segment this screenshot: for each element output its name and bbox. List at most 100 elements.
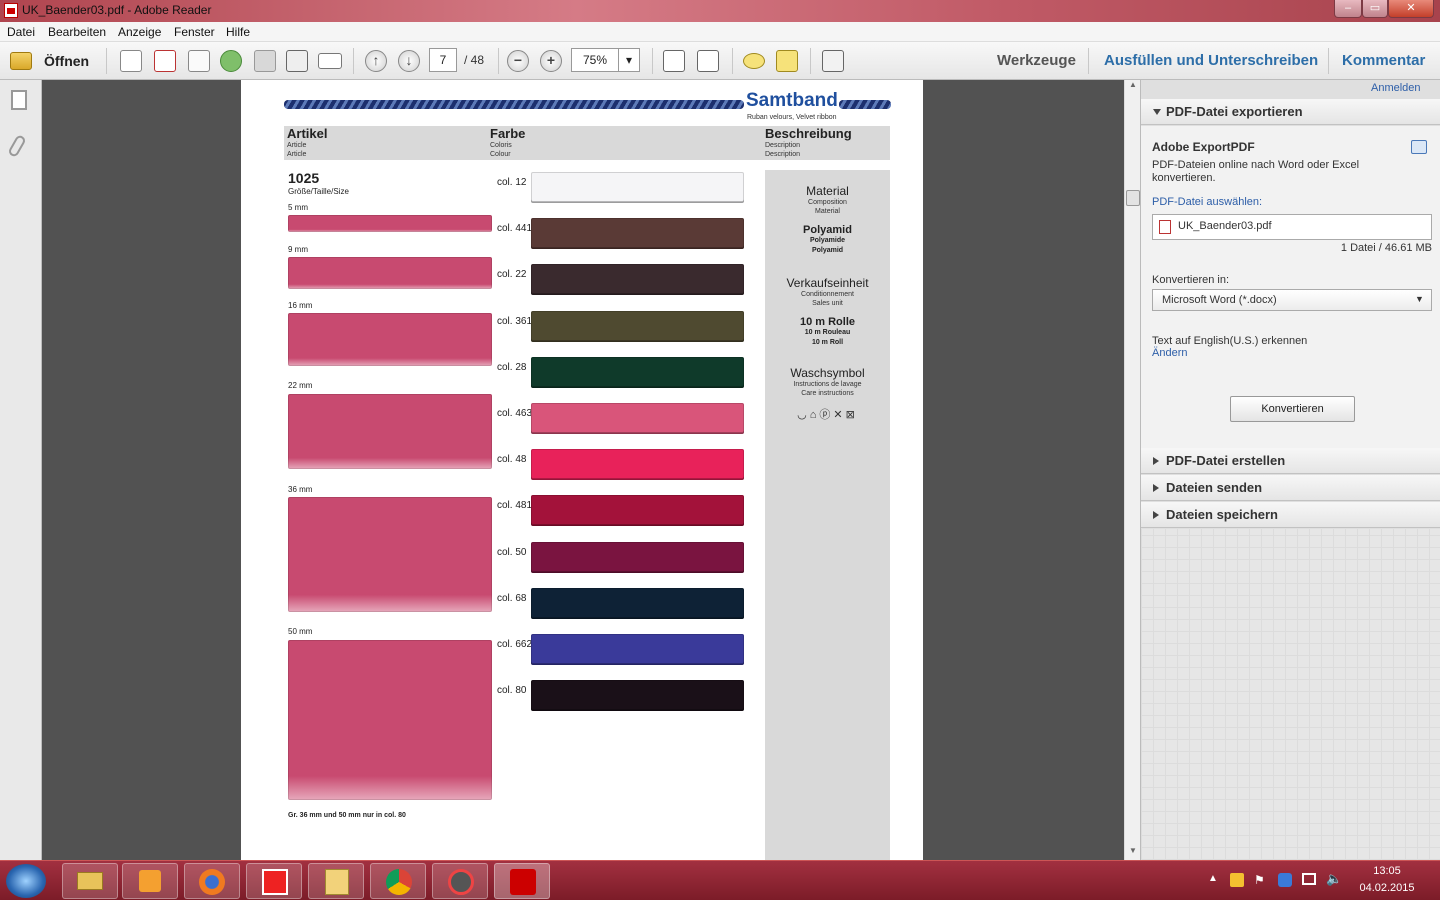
- attachment-icon[interactable]: [7, 133, 27, 159]
- upload-cloud-icon[interactable]: [220, 50, 242, 72]
- highlight-text-icon[interactable]: [776, 50, 798, 72]
- email-icon[interactable]: [318, 53, 342, 69]
- send-files-header[interactable]: Dateien senden: [1141, 475, 1440, 501]
- color-label: col. 441: [497, 223, 533, 235]
- save-icon[interactable]: [254, 50, 276, 72]
- chrome-taskbar-button[interactable]: [370, 863, 426, 899]
- material-value-sub2: Polyamid: [811, 247, 844, 254]
- unit-value: 10 m Rolle: [799, 316, 856, 328]
- minimize-button[interactable]: –: [1334, 0, 1362, 18]
- clock-date[interactable]: 04.02.2015: [1352, 882, 1422, 894]
- color-label: col. 12: [497, 177, 527, 188]
- zoom-in-icon[interactable]: +: [540, 50, 562, 72]
- create-pdf-header[interactable]: PDF-Datei erstellen: [1141, 448, 1440, 474]
- brand-subtitle: Ruban velours, Velvet ribbon: [747, 114, 837, 121]
- acrobat-icon: [4, 3, 18, 18]
- size-9mm: 9 mm: [288, 245, 308, 254]
- window-title: UK_Baender03.pdf - Adobe Reader: [22, 3, 212, 17]
- menu-fenster[interactable]: Fenster: [174, 25, 215, 39]
- app-taskbar-button[interactable]: [246, 863, 302, 899]
- zoom-input[interactable]: 75%: [571, 48, 619, 72]
- article-number: 1025: [288, 170, 320, 186]
- navigation-pane: [0, 80, 42, 860]
- combine-pdf-icon[interactable]: [154, 50, 176, 72]
- material-heading: Material: [806, 184, 849, 198]
- description-box: Material Composition Material Polyamid P…: [765, 170, 890, 860]
- adobe-reader-taskbar-button[interactable]: [494, 863, 550, 899]
- previous-page-icon[interactable]: ↑: [365, 50, 387, 72]
- color-label: col. 80: [497, 685, 527, 697]
- size-50mm: 50 mm: [288, 627, 313, 636]
- clock-time[interactable]: 13:05: [1360, 865, 1414, 877]
- menu-hilfe[interactable]: Hilfe: [226, 25, 250, 39]
- color-heading: Farbe: [490, 126, 526, 141]
- change-link[interactable]: Ändern: [1152, 347, 1187, 359]
- scroll-thumb[interactable]: [1126, 190, 1140, 206]
- scroll-down-icon[interactable]: ▼: [1126, 846, 1140, 860]
- open-folder-icon[interactable]: [10, 52, 32, 70]
- firefox-taskbar-button[interactable]: [184, 863, 240, 899]
- info-icon[interactable]: [1411, 140, 1427, 154]
- pdf-page: Samtband Ruban velours, Velvet ribbon Ar…: [241, 80, 923, 860]
- volume-icon[interactable]: 🔈: [1326, 871, 1342, 887]
- file-input[interactable]: UK_Baender03.pdf: [1152, 214, 1432, 240]
- fit-page-icon[interactable]: [663, 50, 685, 72]
- pages-icon[interactable]: [11, 90, 27, 110]
- tools-button[interactable]: Werkzeuge: [997, 52, 1076, 69]
- comment-button[interactable]: Kommentar: [1342, 52, 1425, 69]
- material-value-sub1: Polyamide: [809, 237, 845, 244]
- close-button[interactable]: ✕: [1388, 0, 1434, 18]
- tray-app-icon[interactable]: [1230, 873, 1244, 887]
- menu-datei[interactable]: Datei: [7, 25, 35, 39]
- tasks-pane: Anmelden PDF-Datei exportieren Adobe Exp…: [1140, 80, 1440, 860]
- unit-value-sub1: 10 m Rouleau: [804, 329, 851, 336]
- menu-anzeige[interactable]: Anzeige: [118, 25, 161, 39]
- explorer-taskbar-button[interactable]: [62, 863, 118, 899]
- wash-sub1: Instructions de lavage: [793, 381, 862, 388]
- open-button[interactable]: Öffnen: [44, 53, 89, 69]
- menu-bearbeiten[interactable]: Bearbeiten: [48, 25, 106, 39]
- format-value: Microsoft Word (*.docx): [1162, 294, 1277, 306]
- create-pdf-icon[interactable]: [120, 50, 142, 72]
- sticky-note-icon[interactable]: [743, 53, 765, 69]
- next-page-icon[interactable]: ↓: [398, 50, 420, 72]
- tray-sync-icon[interactable]: [1278, 873, 1292, 887]
- show-hidden-icons[interactable]: ▲: [1208, 873, 1218, 884]
- edit-pdf-icon[interactable]: [188, 50, 210, 72]
- export-pdf-header[interactable]: PDF-Datei exportieren: [1141, 99, 1440, 125]
- media-player-taskbar-button[interactable]: [122, 863, 178, 899]
- print-icon[interactable]: [286, 50, 308, 72]
- ocr-text: Text auf English(U.S.) erkennen: [1152, 335, 1308, 347]
- care-symbols-icon: ◡⌂ⓟ✕⊠: [797, 409, 858, 421]
- fill-sign-button[interactable]: Ausfüllen und Unterschreiben: [1104, 52, 1318, 69]
- fullscreen-icon[interactable]: [822, 50, 844, 72]
- vertical-scrollbar[interactable]: ▲ ▼: [1124, 80, 1140, 860]
- zoom-out-icon[interactable]: −: [507, 50, 529, 72]
- maximize-button[interactable]: ▭: [1362, 0, 1388, 18]
- wash-sub2: Care instructions: [801, 390, 854, 397]
- pane-background: [1141, 529, 1440, 860]
- scroll-up-icon[interactable]: ▲: [1126, 80, 1140, 94]
- convert-button[interactable]: Konvertieren: [1230, 396, 1355, 422]
- file-info: 1 Datei / 46.61 MB: [1340, 242, 1432, 254]
- material-sub2: Material: [815, 208, 840, 215]
- start-button[interactable]: [6, 864, 46, 898]
- notes-taskbar-button[interactable]: [308, 863, 364, 899]
- rope-decoration: [284, 100, 744, 109]
- app2-taskbar-button[interactable]: [432, 863, 488, 899]
- color-label: col. 50: [497, 546, 527, 558]
- color-swatch: [531, 541, 744, 573]
- flag-icon[interactable]: ⚑: [1254, 873, 1268, 887]
- zoom-dropdown-button[interactable]: ▾: [618, 48, 640, 72]
- format-select[interactable]: Microsoft Word (*.docx) ▼: [1152, 289, 1432, 311]
- page-number-input[interactable]: 7: [429, 48, 457, 72]
- export-panel: Adobe ExportPDF PDF-Dateien online nach …: [1141, 126, 1440, 474]
- login-link[interactable]: Anmelden: [1371, 82, 1421, 94]
- save-files-header[interactable]: Dateien speichern: [1141, 502, 1440, 528]
- color-swatch: [531, 680, 744, 712]
- title-bar: UK_Baender03.pdf - Adobe Reader – ▭ ✕: [0, 0, 1440, 22]
- wash-heading: Waschsymbol: [790, 366, 865, 380]
- fit-width-icon[interactable]: [697, 50, 719, 72]
- network-icon[interactable]: [1302, 873, 1316, 885]
- rope-decoration-right: [839, 100, 891, 109]
